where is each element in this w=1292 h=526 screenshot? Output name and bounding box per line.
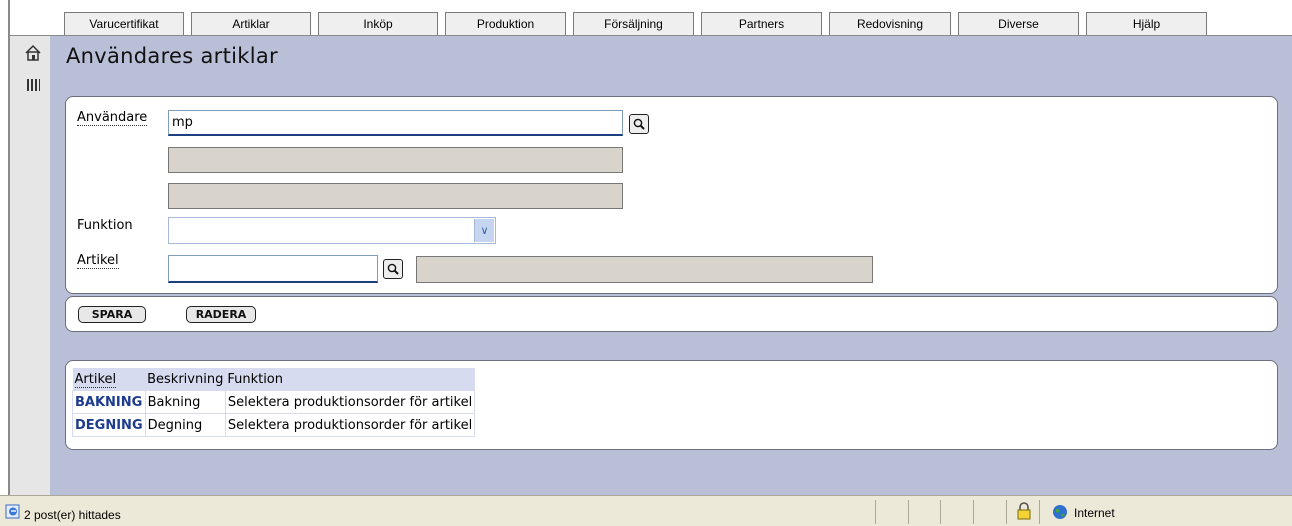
user-name-readonly	[168, 147, 623, 173]
magnifier-icon	[633, 118, 645, 130]
table-row: BAKNING Bakning Selektera produktionsord…	[72, 390, 476, 414]
article-label: Artikel	[77, 253, 119, 269]
article-input[interactable]	[168, 255, 378, 283]
row-description: Degning	[145, 413, 226, 437]
function-label: Funktion	[77, 218, 133, 233]
tab-artiklar[interactable]: Artiklar	[191, 12, 311, 35]
tab-hjalp[interactable]: Hjälp	[1086, 12, 1207, 35]
article-link[interactable]: DEGNING	[75, 418, 143, 433]
magnifier-icon	[387, 263, 399, 275]
page-title: Användares artiklar	[66, 44, 278, 68]
main-nav-tabs: Varucertifikat Artiklar Inköp Produktion…	[64, 12, 1214, 35]
tab-produktion[interactable]: Produktion	[445, 12, 566, 35]
tab-partners[interactable]: Partners	[701, 12, 822, 35]
page-icon	[5, 503, 21, 523]
security-zone: Internet	[1074, 506, 1115, 520]
user-lookup-button[interactable]	[629, 114, 649, 134]
home-icon[interactable]	[24, 44, 42, 62]
table-header-row: Artikel Beskrivning Funktion	[72, 368, 475, 391]
lock-icon	[1016, 502, 1032, 524]
column-header-beskrivning: Beskrivning	[145, 368, 226, 391]
article-description-readonly	[416, 256, 873, 283]
delete-button[interactable]: RADERA	[186, 306, 256, 323]
left-rail	[10, 36, 50, 495]
globe-icon	[1052, 504, 1068, 524]
column-header-artikel[interactable]: Artikel	[72, 368, 146, 391]
article-link[interactable]: BAKNING	[75, 395, 142, 410]
chevron-down-icon[interactable]: ∨	[474, 219, 494, 242]
row-description: Bakning	[145, 390, 226, 414]
table-row: DEGNING Degning Selektera produktionsord…	[72, 413, 476, 437]
article-lookup-button[interactable]	[383, 259, 403, 279]
tab-forsaljning[interactable]: Försäljning	[573, 12, 694, 35]
user-info-readonly	[168, 183, 623, 209]
results-table: Artikel Beskrivning Funktion BAKNING Bak…	[72, 368, 476, 437]
status-message: 2 post(er) hittades	[24, 508, 121, 522]
tab-varucertifikat[interactable]: Varucertifikat	[64, 12, 184, 35]
row-function: Selektera produktionsorder för artikel	[225, 413, 476, 437]
tab-inkop[interactable]: Inköp	[318, 12, 438, 35]
user-label: Användare	[77, 110, 148, 126]
column-header-funktion: Funktion	[225, 368, 475, 391]
user-input[interactable]	[168, 110, 623, 136]
save-button[interactable]: SPARA	[78, 306, 146, 323]
list-view-icon[interactable]	[24, 76, 42, 94]
row-function: Selektera produktionsorder för artikel	[225, 390, 476, 414]
function-select[interactable]: ∨	[168, 217, 496, 244]
tab-diverse[interactable]: Diverse	[958, 12, 1079, 35]
tab-redovisning[interactable]: Redovisning	[829, 12, 951, 35]
